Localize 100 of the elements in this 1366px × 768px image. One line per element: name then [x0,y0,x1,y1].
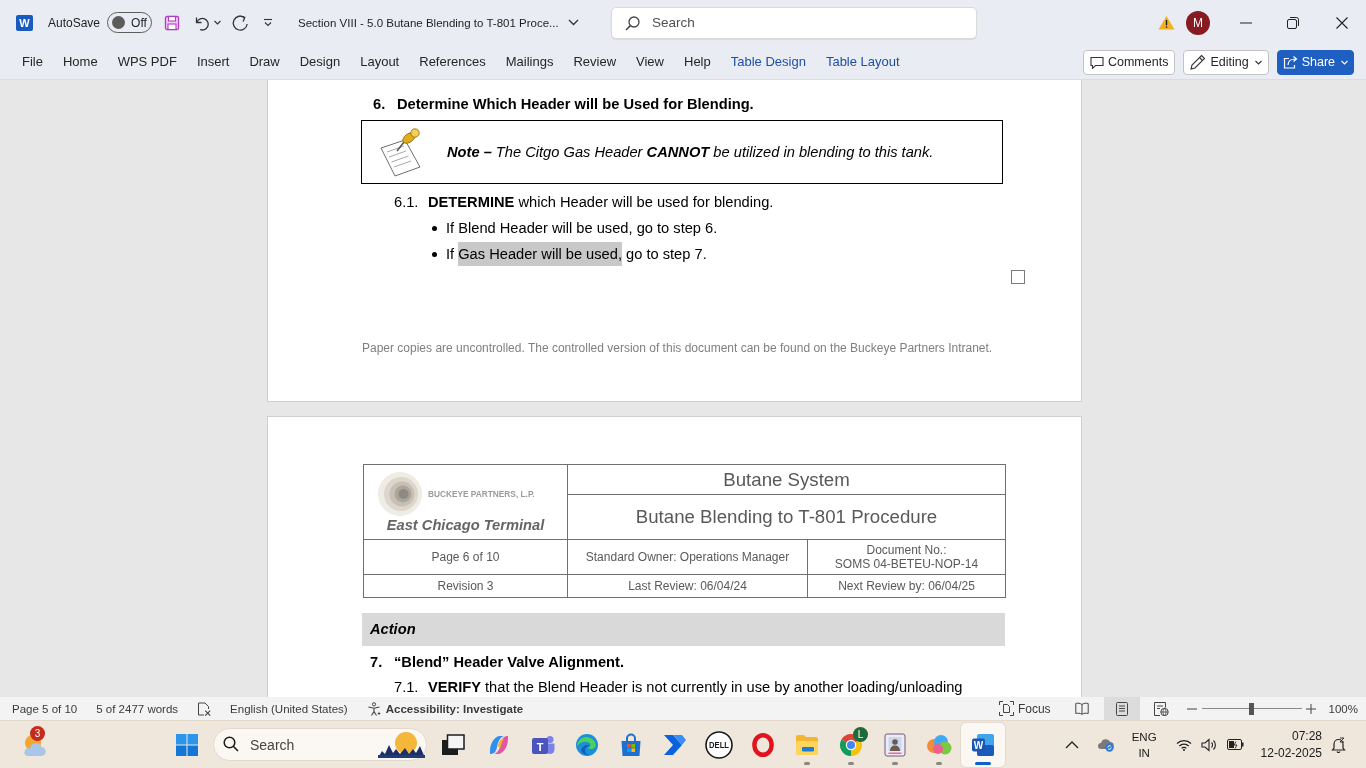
page-globe-icon [1154,701,1170,716]
caret-icon[interactable] [214,20,222,25]
accessibility-status[interactable]: Accessibility: Investigate [385,702,524,715]
focus-icon [998,701,1014,716]
wave-browser-icon [575,732,599,757]
circle-logo-icon: DELL [705,730,733,759]
zoom-level[interactable]: 100% [1328,702,1358,715]
wifi-icon[interactable] [1175,738,1192,751]
bullet-text: If Blend Header will be used, go to step 6. [446,219,718,237]
ribbon-tab[interactable]: Table Layout [819,48,906,76]
notification-badge: L [853,726,868,742]
caret-icon [1254,59,1262,65]
ribbon-tab[interactable]: Layout [354,48,406,76]
restore-icon[interactable] [1287,16,1299,29]
ribbon-tab[interactable]: WPS PDF [111,48,183,76]
document-title[interactable]: Section VIII - 5.0 Butane Blending to T-801 Proce... [298,16,559,29]
folder-icon [795,733,819,756]
ribbon-tab[interactable]: Insert [190,48,236,76]
autosave-label: AutoSave [48,15,101,30]
volume-icon[interactable] [1200,737,1217,752]
step-number: 6. [373,95,387,113]
pencil-icon [1190,54,1207,70]
step-text: DETERMINE which Header will be used for blending. [428,193,774,211]
header-cell: Document No.: SOMS 04-BETEU-NOP-14 [807,539,1006,575]
share-button[interactable]: Share [1276,49,1354,75]
footer-note: Paper copies are uncontrolled. The controlled version of this document can be found on the Buckeye Partners Intranet. [361,341,994,355]
account-avatar[interactable]: M [1186,10,1210,35]
zoom-in-icon[interactable] [1305,703,1316,714]
word-count[interactable]: 5 of 2477 words [96,702,179,715]
ribbon-tab[interactable]: Help [678,48,717,76]
section-heading: “Blend” Header Valve Alignment. [394,653,624,671]
minimize-icon[interactable] [1240,21,1252,24]
chevron-icon[interactable] [567,19,579,26]
ribbon-tab[interactable]: Table Design [724,48,812,76]
bullet-icon [432,251,437,257]
language-status[interactable]: English (United States) [230,702,348,715]
proofing-icon[interactable] [197,701,212,716]
header-cell: Last Review: 06/04/24 [567,574,808,598]
warning-icon[interactable] [1158,15,1175,30]
taskbar-search-field[interactable]: Search [213,728,427,761]
ribbon-tab[interactable]: Mailings [499,48,560,76]
ribbon-tab[interactable]: References [413,48,492,76]
ribbon-tab[interactable]: Design [293,48,347,76]
chevron-up-icon[interactable] [1064,740,1079,749]
landscape-icon [378,730,425,758]
accessibility-icon[interactable] [366,701,381,716]
cloud-sync-icon[interactable] [1096,737,1115,752]
editing-button[interactable]: Editing [1183,49,1269,75]
document-app-icon: W [16,14,33,31]
ribbon-tab[interactable]: Home [56,48,104,76]
header-cell: Standard Owner: Operations Manager [567,539,808,575]
toggle-knob-icon [112,16,126,29]
pinned-note-icon [378,127,424,177]
comments-button[interactable]: Comments [1082,49,1176,75]
step-number: 6.1. [394,193,420,211]
close-icon[interactable] [1336,16,1348,29]
start-icon[interactable] [175,732,199,757]
page-lines-icon [1115,701,1128,716]
book-icon [1074,702,1089,715]
ribbon-tab[interactable]: View [630,48,670,76]
customize-icon[interactable] [263,18,274,27]
taskbar-button[interactable]: L [829,722,873,767]
bell-icon[interactable] [1331,736,1346,753]
search-icon [625,15,640,31]
ribbon-tab[interactable]: Review [567,48,623,76]
header-cell: Butane Blending to T-801 Procedure [567,494,1006,540]
header-cell: Next Review by: 06/04/25 [807,574,1006,598]
search-field[interactable]: Search [611,6,977,39]
action-header: Action [362,613,1005,646]
ribbon-tab[interactable]: Draw [243,48,286,76]
blob-cluster-icon [926,733,952,756]
sign-off-checkbox[interactable] [1011,270,1025,284]
shopping-bag-icon [619,732,643,757]
zoom-slider-thumb[interactable] [1249,702,1255,715]
ring-logo-icon [752,732,774,757]
circles-logo-icon [378,472,422,516]
input-language[interactable]: ENG IN [1131,728,1157,761]
page-count[interactable]: Page 5 of 10 [12,702,78,715]
section-heading: Determine Which Header will be Used for Blending. [397,95,754,113]
save-icon[interactable] [164,14,181,31]
step-number: 7.1. [394,678,420,696]
share-icon [1282,55,1298,69]
step-number: 7. [370,653,384,671]
focus-button[interactable]: Focus [998,701,1051,716]
step-text: VERIFY that the Blend Header is not currently in use by another loading/unloading [428,678,963,696]
chevron-flow-icon [663,733,687,756]
ribbon-tab[interactable]: File [16,48,49,76]
taskbar-button[interactable]: DELL [697,722,741,767]
battery-icon[interactable] [1226,739,1244,750]
clock[interactable]: 07:28 12-02-2025 [1260,727,1322,762]
taskbar-button[interactable]: T [521,722,565,767]
header-cell: Page 6 of 10 [363,539,568,575]
redo-icon[interactable] [231,13,250,32]
note-text: Note – The Citgo Gas Header CANNOT be utilized in blending to this tank. [447,143,934,161]
caret-icon [1341,59,1348,65]
taskbar-button[interactable]: W [961,722,1005,767]
notification-badge: 3 [30,725,45,741]
header-cell: Butane System [567,464,1006,495]
print-layout-button[interactable] [1103,697,1140,720]
bullet-icon [432,225,437,231]
